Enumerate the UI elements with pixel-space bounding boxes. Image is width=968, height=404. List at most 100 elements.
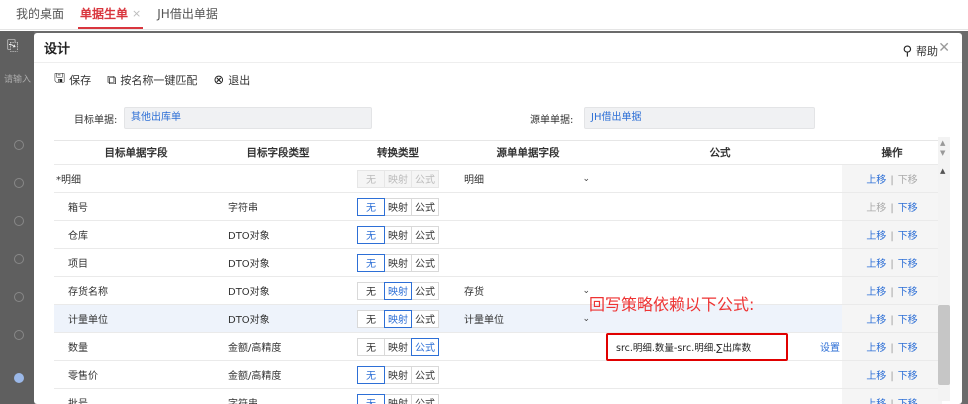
move-up-link[interactable]: 上移	[866, 259, 886, 270]
vertical-scrollbar[interactable]: ▲ ▼ ▲	[938, 137, 950, 401]
convert-option[interactable]: 映射	[384, 309, 412, 328]
convert-option[interactable]: 公式	[411, 281, 439, 300]
table-row[interactable]: 项目 DTO对象 无映射 公式 上移 | 下移	[54, 249, 942, 277]
scroll-up-icon[interactable]: ▲	[940, 139, 945, 147]
convert-type-selector[interactable]: 无映射公式	[357, 309, 439, 328]
target-field-cell: 计量单位	[54, 305, 218, 332]
source-field-cell[interactable]: 计量单位 ⌄	[458, 305, 598, 332]
chevron-down-icon[interactable]: ⌄	[582, 314, 590, 324]
convert-option[interactable]: 映射	[384, 197, 412, 216]
close-tab-icon[interactable]: ×	[132, 0, 141, 29]
convert-option[interactable]: 公式	[411, 337, 439, 356]
table-row[interactable]: 批号 字符串 无映射公式 上移 | 下移	[54, 389, 942, 404]
convert-option[interactable]: 无	[357, 337, 385, 356]
move-down-link[interactable]: 下移	[898, 287, 918, 298]
convert-option[interactable]: 无	[357, 253, 385, 272]
convert-type-selector[interactable]: 无映射公式	[357, 281, 439, 300]
field-type-cell: 字符串	[218, 193, 338, 220]
convert-option[interactable]: 公式	[411, 365, 439, 384]
move-down-link[interactable]: 下移	[898, 203, 918, 214]
scroll-top-icon[interactable]: ▲	[940, 167, 945, 175]
target-bill-label: 目标单据:	[74, 115, 118, 126]
save-button[interactable]: 🖫 保存	[54, 69, 91, 91]
move-down-link[interactable]: 下移	[898, 231, 918, 242]
action-separator: |	[890, 399, 893, 404]
convert-option[interactable]: 无	[357, 309, 385, 328]
convert-option[interactable]: 公式	[411, 309, 439, 328]
convert-type-selector[interactable]: 无映射公式	[357, 337, 439, 356]
convert-type-selector[interactable]: 无映射公式	[357, 365, 439, 384]
move-down-link[interactable]: 下移	[898, 175, 918, 186]
convert-type-cell: 无映射公式	[338, 333, 458, 360]
move-up-link[interactable]: 上移	[866, 315, 886, 326]
convert-option[interactable]: 映射	[384, 253, 412, 272]
chevron-down-icon[interactable]: ⌄	[582, 174, 590, 184]
source-field-cell	[458, 333, 598, 360]
convert-option[interactable]: 映射	[384, 393, 412, 404]
convert-option[interactable]: 公式	[411, 393, 439, 404]
convert-type-selector[interactable]: 无映射公式	[357, 197, 439, 216]
convert-option[interactable]: 无	[357, 281, 385, 300]
convert-option[interactable]: 映射	[384, 337, 412, 356]
tab-my-desktop[interactable]: 我的桌面	[8, 0, 72, 29]
tab-label: 我的桌面	[16, 7, 65, 21]
actions-cell: 上移 | 下移	[842, 221, 942, 248]
table-row[interactable]: 零售价 金额/高精度 无映射 公式 上移 | 下移	[54, 361, 942, 389]
move-down-link[interactable]: 下移	[898, 371, 918, 382]
field-type: DTO对象	[228, 259, 270, 270]
convert-type-cell: 无映射公式	[338, 277, 458, 304]
table-row[interactable]: 存货名称 DTO对象 无映射 公式 存货 ⌄ 上移 | 下移	[54, 277, 942, 305]
close-icon[interactable]: ✕	[938, 40, 950, 56]
actions-cell: 上移 | 下移	[842, 165, 942, 192]
formula-input[interactable]: src.明细.数量-src.明细.∑出库数	[606, 333, 788, 361]
convert-type-selector[interactable]: 无映射公式	[357, 253, 439, 272]
move-down-link[interactable]: 下移	[898, 315, 918, 326]
field-type: DTO对象	[228, 231, 270, 242]
convert-option[interactable]: 无	[357, 197, 385, 216]
move-up-link[interactable]: 上移	[866, 399, 886, 404]
move-up-link[interactable]: 上移	[866, 175, 886, 186]
convert-option[interactable]: 映射	[384, 365, 412, 384]
move-up-link[interactable]: 上移	[866, 343, 886, 354]
formula-cell	[598, 193, 842, 220]
move-down-link[interactable]: 下移	[898, 399, 918, 404]
move-up-link[interactable]: 上移	[866, 371, 886, 382]
move-up-link[interactable]: 上移	[866, 231, 886, 242]
convert-option[interactable]: 映射	[384, 225, 412, 244]
table-row[interactable]: *明细 无映射 公式 明细 ⌄ 上移 | 下移	[54, 165, 942, 193]
convert-option[interactable]: 公式	[411, 197, 439, 216]
table-row[interactable]: 仓库 DTO对象 无映射 公式 上移 | 下移	[54, 221, 942, 249]
table-row[interactable]: 箱号 字符串 无映射 公式 上移 | 下移	[54, 193, 942, 221]
action-separator: |	[890, 231, 894, 242]
convert-option[interactable]: 无	[357, 393, 385, 404]
help-button[interactable]: ⚲ 帮助	[902, 43, 938, 59]
actions-cell: 上移 | 下移	[842, 389, 942, 404]
field-type: DTO对象	[228, 287, 270, 298]
background-radio	[14, 216, 24, 226]
convert-type-selector[interactable]: 无映射公式	[357, 393, 439, 404]
table-row[interactable]: 计量单位 DTO对象 无映射 公式 计量单位 ⌄ 上移 | 下移	[54, 305, 942, 333]
formula-set-link[interactable]: 设置	[820, 339, 840, 354]
convert-option[interactable]: 无	[357, 365, 385, 384]
tab-bill-generate[interactable]: 单据生单 ×	[72, 0, 149, 29]
source-field-cell	[458, 389, 598, 404]
convert-option[interactable]: 公式	[411, 253, 439, 272]
scrollbar-thumb[interactable]	[938, 305, 950, 385]
convert-option[interactable]: 公式	[411, 225, 439, 244]
match-by-name-button[interactable]: ⧉ 按名称一键匹配	[107, 72, 197, 88]
convert-type-selector[interactable]: 无映射公式	[357, 225, 439, 244]
target-field-cell: 箱号	[54, 193, 218, 220]
convert-option[interactable]: 无	[357, 225, 385, 244]
tab-jh-loan[interactable]: JH借出单据	[149, 0, 226, 29]
convert-option[interactable]: 映射	[384, 281, 412, 300]
move-up-link[interactable]: 上移	[866, 287, 886, 298]
move-down-link[interactable]: 下移	[898, 259, 918, 270]
target-field: 零售价	[68, 371, 98, 382]
move-down-link[interactable]: 下移	[898, 343, 918, 354]
move-up-link[interactable]: 上移	[866, 203, 886, 214]
exit-button[interactable]: ⊗ 退出	[213, 72, 250, 88]
scroll-down-icon[interactable]: ▼	[940, 149, 945, 157]
table-row[interactable]: 数量 金额/高精度 无映射 公式 src.明细.数量-src.明细.∑出库数 设置…	[54, 333, 942, 361]
source-field-cell[interactable]: 明细 ⌄	[458, 165, 598, 192]
source-field-cell[interactable]: 存货 ⌄	[458, 277, 598, 304]
